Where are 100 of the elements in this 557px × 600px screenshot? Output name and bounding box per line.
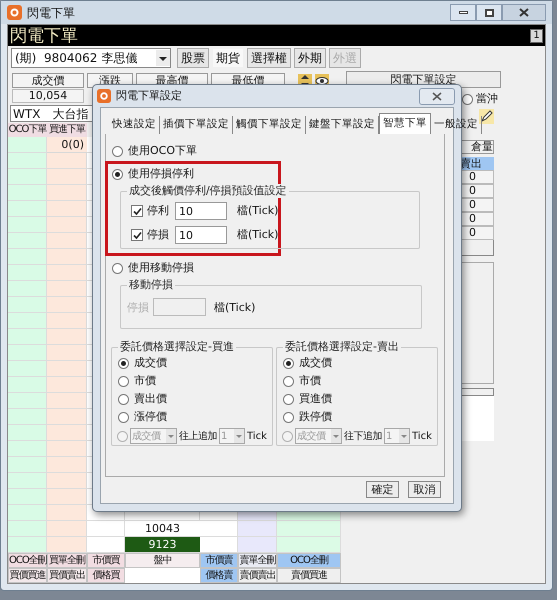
ladder-cell[interactable] xyxy=(47,361,87,377)
ladder-cell[interactable] xyxy=(47,393,87,409)
ladder-cell[interactable] xyxy=(238,521,277,537)
ladder-cell[interactable] xyxy=(47,265,87,281)
ladder-cell[interactable] xyxy=(47,441,87,457)
action-button[interactable]: 盤中 xyxy=(125,553,200,568)
ladder-cell[interactable] xyxy=(8,441,47,457)
ladder-cell[interactable] xyxy=(8,281,47,297)
ladder-cell[interactable] xyxy=(238,537,277,553)
ladder-cell[interactable] xyxy=(8,265,47,281)
checkbox[interactable] xyxy=(131,229,143,241)
radio-button[interactable] xyxy=(112,146,123,156)
radio-button[interactable] xyxy=(462,94,473,105)
tick-input[interactable]: 10 xyxy=(175,226,227,244)
ladder-cell[interactable] xyxy=(8,361,47,377)
ladder-cell[interactable] xyxy=(8,153,47,169)
radio-button[interactable] xyxy=(118,358,129,368)
ladder-cell[interactable] xyxy=(8,425,47,441)
account-dropdown[interactable]: (期) 9804062 李思儀 xyxy=(11,48,171,68)
ladder-cell[interactable] xyxy=(47,345,87,361)
ladder-cell[interactable] xyxy=(47,281,87,297)
radio-button[interactable] xyxy=(283,376,294,386)
ladder-cell[interactable] xyxy=(8,313,47,329)
radio-button[interactable] xyxy=(117,430,128,442)
ladder-cell[interactable] xyxy=(47,521,87,537)
header-badge[interactable]: 1 xyxy=(530,28,543,42)
ladder-cell[interactable] xyxy=(47,185,87,201)
ladder-cell[interactable] xyxy=(8,377,47,393)
market-tab[interactable]: 期貨 xyxy=(212,48,244,68)
market-tab[interactable]: 選擇權 xyxy=(247,48,291,68)
ladder-cell[interactable] xyxy=(47,329,87,345)
ladder-cell[interactable] xyxy=(47,233,87,249)
ladder-cell[interactable] xyxy=(47,217,87,233)
ladder-cell[interactable] xyxy=(8,393,47,409)
ladder-cell[interactable] xyxy=(87,537,125,553)
ladder-cell[interactable] xyxy=(200,537,238,553)
radio-button[interactable] xyxy=(282,430,293,442)
ladder-cell[interactable] xyxy=(47,313,87,329)
action-button[interactable]: 買單全刪 xyxy=(47,553,87,568)
settings-tab[interactable]: 觸價下單設定 xyxy=(233,116,306,134)
ladder-cell[interactable] xyxy=(47,489,87,505)
market-tab[interactable]: 外期 xyxy=(294,48,326,68)
action-button[interactable]: 買價賣出 xyxy=(47,568,87,583)
maximize-button[interactable] xyxy=(476,4,502,21)
radio-button[interactable] xyxy=(112,168,123,180)
ladder-cell[interactable] xyxy=(8,489,47,505)
ladder-cell[interactable] xyxy=(8,521,47,537)
radio-button[interactable] xyxy=(118,412,129,422)
ladder-cell[interactable] xyxy=(8,217,47,233)
action-button[interactable]: 賣單全刪 xyxy=(238,553,277,568)
minimize-button[interactable] xyxy=(450,4,476,21)
action-button[interactable]: 市價買 xyxy=(87,553,125,568)
ladder-cell[interactable] xyxy=(47,249,87,265)
dialog-button[interactable]: 確定 xyxy=(366,481,399,498)
ladder-cell[interactable] xyxy=(8,345,47,361)
ladder-cell[interactable] xyxy=(47,409,87,425)
ladder-cell[interactable] xyxy=(8,249,47,265)
ladder-cell[interactable] xyxy=(8,297,47,313)
action-button[interactable]: 價格買 xyxy=(87,568,125,583)
ladder-cell[interactable] xyxy=(47,169,87,185)
action-button[interactable]: 賣價賣出 xyxy=(238,568,277,583)
ladder-cell[interactable] xyxy=(47,377,87,393)
ladder-cell[interactable] xyxy=(8,201,47,217)
action-button[interactable]: 市價賣 xyxy=(200,553,238,568)
close-button[interactable] xyxy=(419,88,455,104)
ladder-cell[interactable] xyxy=(47,457,87,473)
settings-tab[interactable]: 一般設定 xyxy=(431,116,482,134)
ladder-cell[interactable] xyxy=(47,201,87,217)
radio-button[interactable] xyxy=(118,394,129,404)
price-cell[interactable]: 9123 xyxy=(125,537,200,553)
ladder-cell[interactable] xyxy=(277,521,341,537)
ladder-cell[interactable] xyxy=(47,537,87,553)
settings-tab[interactable]: 智慧下單 xyxy=(379,113,431,134)
ladder-cell[interactable] xyxy=(47,153,87,169)
ladder-cell[interactable] xyxy=(47,297,87,313)
dialog-button[interactable]: 取消 xyxy=(408,481,441,498)
ladder-cell[interactable] xyxy=(8,329,47,345)
price-cell[interactable]: 10043 xyxy=(125,521,200,537)
radio-button[interactable] xyxy=(112,262,123,274)
action-button[interactable]: OCO全刪 xyxy=(277,553,341,568)
radio-button[interactable] xyxy=(283,394,294,404)
ladder-cell[interactable] xyxy=(8,409,47,425)
ladder-cell[interactable] xyxy=(87,521,125,537)
checkbox[interactable] xyxy=(131,205,143,217)
ladder-cell[interactable] xyxy=(8,233,47,249)
radio-button[interactable] xyxy=(283,412,294,422)
settings-tab[interactable]: 快速設定 xyxy=(109,116,160,134)
action-button[interactable]: 買價買進 xyxy=(8,568,47,583)
radio-button[interactable] xyxy=(283,358,294,368)
ladder-cell[interactable] xyxy=(8,137,47,153)
ladder-cell[interactable] xyxy=(47,425,87,441)
ladder-cell[interactable] xyxy=(47,505,87,521)
ladder-cell[interactable] xyxy=(8,505,47,521)
market-tab[interactable]: 股票 xyxy=(177,48,209,68)
action-button[interactable]: OCO全刪 xyxy=(8,553,47,568)
tick-input[interactable]: 10 xyxy=(175,202,227,220)
ladder-cell[interactable] xyxy=(200,521,238,537)
close-button[interactable] xyxy=(502,4,546,21)
ladder-cell[interactable] xyxy=(8,457,47,473)
radio-button[interactable] xyxy=(118,376,129,386)
